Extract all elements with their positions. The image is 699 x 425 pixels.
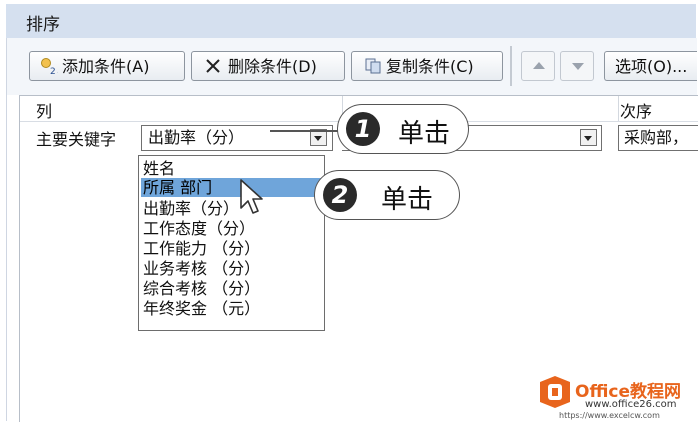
step-1-number: 1 bbox=[346, 112, 380, 146]
order-header: 次序 bbox=[620, 102, 653, 121]
step-2-number: 2 bbox=[323, 178, 357, 212]
list-item-attendance[interactable]: 出勤率（分） bbox=[141, 199, 322, 218]
list-item-ability[interactable]: 工作能力 （分） bbox=[141, 239, 322, 258]
delete-condition-button[interactable]: 删除条件(D) bbox=[191, 51, 345, 81]
step-2-text: 单击 bbox=[381, 185, 434, 215]
mouse-cursor-icon bbox=[240, 179, 263, 214]
chevron-down-icon bbox=[314, 136, 322, 141]
order-select[interactable]: 采购部， bbox=[618, 125, 698, 151]
copy-icon bbox=[365, 58, 381, 74]
sort-on-dropdown-button[interactable] bbox=[580, 129, 597, 146]
column-dropdown-list: 姓名 所属 部门 出勤率（分） 工作态度（分） 工作能力 （分） 业务考核 （分… bbox=[138, 155, 325, 331]
office-logo-icon bbox=[540, 376, 570, 408]
add-condition-label: 添加条件(A) bbox=[62, 57, 150, 76]
svg-text:2↓: 2↓ bbox=[50, 67, 58, 75]
list-item-overall[interactable]: 综合考核 （分） bbox=[141, 279, 322, 298]
column-select[interactable]: 出勤率（分） bbox=[141, 125, 333, 151]
delete-condition-label: 删除条件(D) bbox=[228, 57, 317, 76]
step-2-callout: 2 单击 bbox=[314, 170, 460, 220]
header-divider bbox=[618, 96, 619, 121]
options-button[interactable]: 选项(O)... bbox=[604, 51, 697, 81]
toolbar: 2↓ 添加条件(A) 删除条件(D) 复制条件(C) bbox=[7, 38, 697, 95]
window-title: 排序 bbox=[26, 15, 60, 35]
add-condition-icon: 2↓ bbox=[41, 58, 58, 75]
order-select-value: 采购部， bbox=[624, 128, 689, 147]
chevron-down-icon bbox=[584, 136, 592, 141]
copy-condition-button[interactable]: 复制条件(C) bbox=[351, 51, 503, 81]
toolbar-separator bbox=[510, 46, 512, 86]
watermark-url: www.office26.com bbox=[585, 399, 677, 410]
sort-dialog-body: 2↓ 添加条件(A) 删除条件(D) 复制条件(C) bbox=[6, 38, 698, 422]
move-up-button[interactable] bbox=[521, 51, 555, 81]
list-item-department[interactable]: 所属 部门 bbox=[141, 178, 322, 197]
move-down-button[interactable] bbox=[560, 51, 594, 81]
column-dropdown-button[interactable] bbox=[310, 129, 327, 146]
callout-leader-line bbox=[270, 130, 340, 132]
list-item-performance[interactable]: 业务考核 （分） bbox=[141, 259, 322, 278]
column-header: 列 bbox=[36, 102, 53, 121]
options-label: 选项(O)... bbox=[615, 57, 688, 76]
step-1-text: 单击 bbox=[398, 119, 451, 149]
watermark-footer: https://www.excelcw.com bbox=[559, 411, 660, 420]
copy-condition-label: 复制条件(C) bbox=[386, 57, 474, 76]
up-arrow-icon bbox=[533, 62, 545, 69]
column-select-value: 出勤率（分） bbox=[148, 128, 245, 147]
delete-x-icon bbox=[206, 59, 220, 73]
list-item-name[interactable]: 姓名 bbox=[141, 159, 322, 178]
watermark-logo: Office教程网 www.office26.com https://www.e… bbox=[537, 374, 697, 422]
primary-key-label: 主要关键字 bbox=[36, 130, 117, 149]
list-item-attitude[interactable]: 工作态度（分） bbox=[141, 219, 322, 238]
down-arrow-icon bbox=[572, 63, 584, 70]
title-bar: 排序 bbox=[6, 4, 696, 39]
step-1-callout: 1 单击 bbox=[337, 104, 469, 154]
add-condition-button[interactable]: 2↓ 添加条件(A) bbox=[29, 51, 185, 81]
list-item-bonus[interactable]: 年终奖金 （元） bbox=[141, 299, 322, 318]
sort-dialog-window: 排序 2↓ 添加条件(A) 删除条件(D) bbox=[0, 0, 699, 425]
